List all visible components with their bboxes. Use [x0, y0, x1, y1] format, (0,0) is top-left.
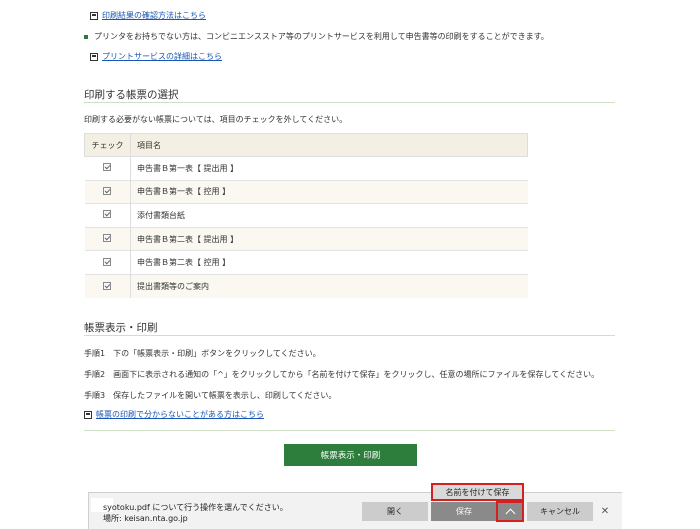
table-row: 申告書Ｂ第二表【 提出用 】	[84, 226, 528, 251]
selection-title: 印刷する帳票の選択	[84, 89, 179, 101]
column-header-item: 項目名	[130, 133, 528, 157]
notice-text: プリンタをお持ちでない方は、コンビニエンスストア等のプリントサービスを利用して申…	[94, 32, 549, 41]
print-service-detail-link[interactable]: プリントサービスの詳細はこちら	[102, 51, 222, 62]
print-result-link-row[interactable]: 印刷結果の確認方法はこちら	[90, 10, 206, 21]
row-label: 申告書Ｂ第二表【 提出用 】	[130, 226, 528, 251]
print-help-link-row[interactable]: 帳票の印刷で分からないことがある方はこちら	[84, 409, 264, 420]
save-as-menu-item[interactable]: 名前を付けて保存	[431, 483, 524, 501]
window-icon	[84, 410, 92, 419]
display-print-button[interactable]: 帳票表示・印刷	[284, 444, 417, 466]
cancel-button[interactable]: キャンセル	[527, 502, 593, 521]
row-checkbox[interactable]	[103, 163, 112, 172]
section-divider	[84, 335, 615, 336]
download-location: 場所: keisan.nta.go.jp	[103, 514, 188, 523]
row-label: 申告書Ｂ第二表【 控用 】	[130, 250, 528, 275]
row-checkbox[interactable]	[103, 210, 112, 219]
table-row: 提出書類等のご案内	[84, 273, 528, 299]
row-checkbox[interactable]	[103, 257, 112, 266]
section-divider	[84, 102, 615, 103]
table-row: 申告書Ｂ第一表【 提出用 】	[84, 156, 528, 181]
print-service-notice: プリンタをお持ちでない方は、コンビニエンスストア等のプリントサービスを利用して申…	[84, 31, 549, 42]
step-3: 手順3 保存したファイルを開いて帳票を表示し、印刷してください。	[84, 391, 337, 400]
download-message-text: syotoku.pdf について行う操作を選んでください。	[103, 503, 288, 512]
table-row: 添付書類台紙	[84, 203, 528, 228]
row-checkbox[interactable]	[103, 281, 112, 290]
step-1: 手順1 下の「帳票表示・印刷」ボタンをクリックしてください。	[84, 349, 321, 358]
step-2: 手順2 画面下に表示される通知の「^」をクリックしてから「名前を付けて保存」をク…	[84, 370, 600, 379]
close-notification-button[interactable]: ✕	[598, 502, 612, 521]
open-button[interactable]: 開く	[362, 502, 428, 521]
save-options-button[interactable]	[497, 502, 523, 521]
form-selection-table: チェック 項目名 申告書Ｂ第一表【 提出用 】 申告書Ｂ第一表【 控用 】 添付…	[84, 133, 528, 299]
column-header-check: チェック	[84, 133, 131, 157]
row-checkbox[interactable]	[103, 234, 112, 243]
download-message: syotoku.pdf について行う操作を選んでください。 場所: keisan…	[103, 502, 288, 524]
table-row: 申告書Ｂ第二表【 控用 】	[84, 250, 528, 275]
print-service-link-row[interactable]: プリントサービスの詳細はこちら	[90, 51, 222, 62]
row-label: 添付書類台紙	[130, 203, 528, 228]
row-label: 申告書Ｂ第一表【 提出用 】	[130, 156, 528, 181]
table-row: 申告書Ｂ第一表【 控用 】	[84, 179, 528, 204]
section-divider	[84, 430, 615, 431]
window-icon	[90, 52, 98, 61]
save-button[interactable]: 保存	[431, 502, 497, 521]
print-help-link[interactable]: 帳票の印刷で分からないことがある方はこちら	[96, 409, 264, 420]
row-label: 提出書類等のご案内	[130, 273, 528, 299]
chevron-up-icon	[505, 508, 515, 519]
table-header: チェック 項目名	[84, 133, 528, 157]
row-checkbox[interactable]	[103, 186, 112, 195]
bullet-icon	[84, 34, 88, 39]
selection-description: 印刷する必要がない帳票については、項目のチェックを外してください。	[84, 115, 348, 124]
display-print-title: 帳票表示・印刷	[84, 322, 158, 334]
print-result-check-link[interactable]: 印刷結果の確認方法はこちら	[102, 10, 206, 21]
row-label: 申告書Ｂ第一表【 控用 】	[130, 179, 528, 204]
window-icon	[90, 11, 98, 20]
